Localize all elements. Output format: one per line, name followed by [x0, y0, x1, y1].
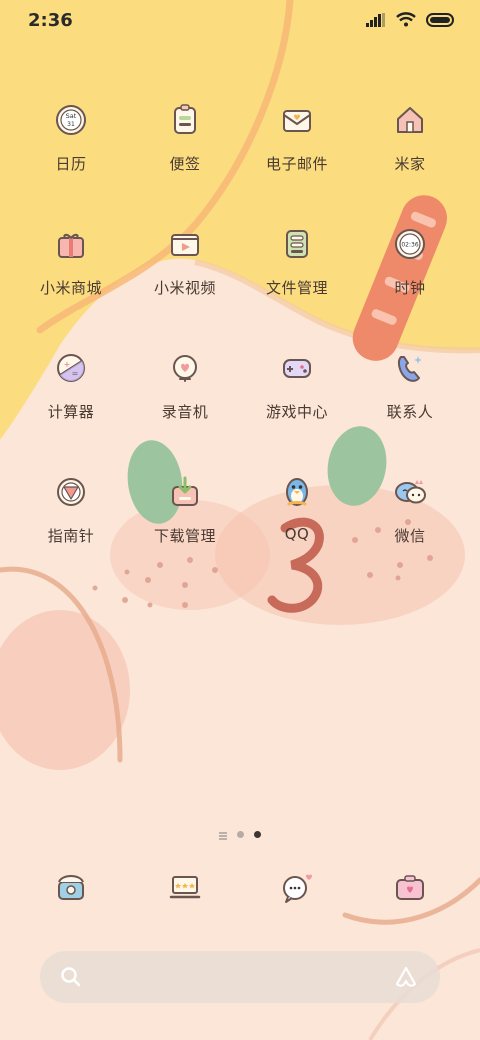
- clock-icon: 02:36: [395, 229, 425, 259]
- app-label: 小米商城: [39, 279, 102, 297]
- app-mi-video[interactable]: 小米视频: [128, 227, 242, 298]
- search-bar[interactable]: [40, 951, 440, 1003]
- app-label: 电子邮件: [265, 155, 328, 173]
- svg-text:02:36: 02:36: [401, 242, 418, 249]
- svg-text:Sat: Sat: [66, 112, 77, 120]
- app-recorder[interactable]: 录音机: [128, 351, 242, 422]
- chat-bubble-icon: [283, 874, 312, 903]
- status-bar: 2:36: [0, 0, 480, 42]
- shop-gift-icon: [58, 233, 84, 258]
- app-label: 日历: [55, 155, 87, 173]
- camera-icon: [396, 875, 424, 900]
- contacts-icon: [398, 356, 422, 382]
- app-label: 微信: [394, 527, 426, 545]
- gamepad-icon: [283, 359, 311, 378]
- app-contacts[interactable]: 联系人: [353, 351, 467, 422]
- battery-icon: [426, 12, 454, 27]
- app-label: 时钟: [394, 279, 426, 297]
- app-game-center[interactable]: 游戏中心: [240, 351, 354, 422]
- app-label: 便签: [169, 155, 201, 173]
- calculator-icon: + =: [57, 354, 85, 382]
- search-icon[interactable]: [60, 966, 82, 988]
- svg-text:+: +: [64, 360, 71, 369]
- app-email[interactable]: 电子邮件: [240, 103, 354, 174]
- home-icon: [397, 107, 423, 133]
- app-mi-shop[interactable]: 小米商城: [14, 227, 128, 298]
- app-label: 指南针: [47, 527, 95, 545]
- app-mijia[interactable]: 米家: [353, 103, 467, 174]
- app-label: 下载管理: [153, 527, 216, 545]
- page-indicator: [0, 825, 480, 844]
- app-download-manager[interactable]: 下载管理: [128, 475, 242, 546]
- calendar-icon: Sat 31: [56, 105, 86, 135]
- phone-icon: [58, 875, 84, 900]
- page-dot-current[interactable]: [254, 831, 261, 838]
- app-file-manager[interactable]: 文件管理: [240, 227, 354, 298]
- qq-penguin-icon: [286, 478, 308, 506]
- messages-icon: [169, 876, 201, 899]
- notes-icon: [174, 104, 196, 134]
- status-icons: [366, 12, 456, 27]
- app-label: 录音机: [161, 403, 209, 421]
- dock-phone[interactable]: [14, 870, 128, 904]
- video-icon: [171, 234, 199, 256]
- page-dot-list[interactable]: [219, 825, 227, 844]
- file-manager-icon: [286, 230, 308, 258]
- app-label: 游戏中心: [265, 403, 328, 421]
- signal-icon: [366, 12, 385, 27]
- page-dot[interactable]: [237, 831, 244, 838]
- dock-chat[interactable]: [240, 870, 354, 904]
- compass-icon: [57, 478, 85, 506]
- email-icon: [283, 110, 311, 132]
- app-label: QQ: [284, 525, 310, 543]
- wifi-icon: [396, 12, 416, 27]
- app-label: 小米视频: [153, 279, 216, 297]
- status-time: 2:36: [28, 10, 73, 31]
- app-wechat[interactable]: 微信: [353, 475, 467, 546]
- app-clock[interactable]: 02:36 时钟: [353, 227, 467, 298]
- svg-text:31: 31: [67, 121, 75, 128]
- dock-messages[interactable]: [128, 870, 242, 904]
- app-calendar[interactable]: Sat 31 日历: [14, 103, 128, 174]
- svg-text:=: =: [72, 369, 79, 378]
- recorder-icon: [173, 355, 197, 382]
- app-label: 文件管理: [265, 279, 328, 297]
- app-label: 米家: [394, 155, 426, 173]
- app-label: 计算器: [47, 403, 95, 421]
- app-qq[interactable]: QQ: [240, 475, 354, 543]
- app-label: 联系人: [386, 403, 434, 421]
- wechat-icon: [395, 480, 426, 504]
- assistant-icon[interactable]: [394, 965, 418, 989]
- app-compass[interactable]: 指南针: [14, 475, 128, 546]
- dock-camera[interactable]: [353, 870, 467, 904]
- app-notes[interactable]: 便签: [128, 103, 242, 174]
- app-calculator[interactable]: + = 计算器: [14, 351, 128, 422]
- download-icon: [172, 476, 198, 506]
